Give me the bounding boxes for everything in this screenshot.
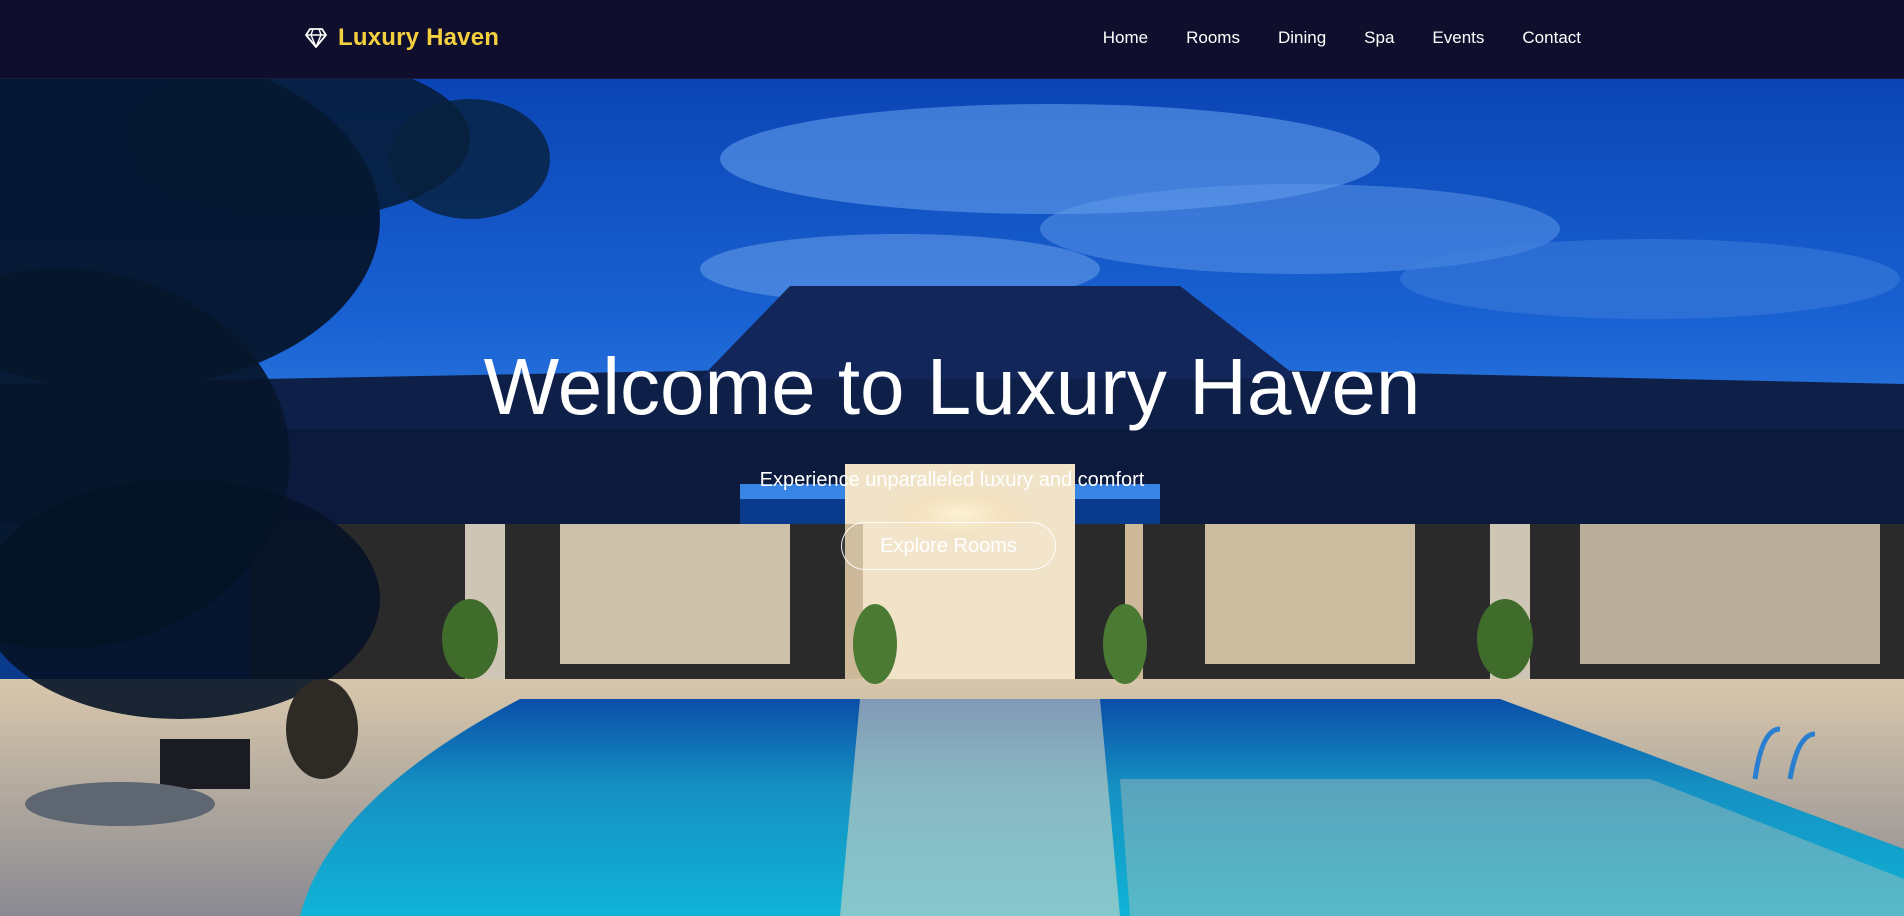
nav-spa[interactable]: Spa	[1364, 28, 1394, 47]
nav-events[interactable]: Events	[1432, 28, 1484, 47]
diamond-icon	[305, 28, 327, 48]
hero-title: Welcome to Luxury Haven	[483, 342, 1421, 431]
nav-contact[interactable]: Contact	[1522, 28, 1581, 47]
brand-logo[interactable]: Luxury Haven	[304, 24, 499, 52]
hero-subtitle: Experience unparalleled luxury and comfo…	[759, 469, 1145, 491]
main-nav: Home Rooms Dining Spa Events Contact	[1103, 28, 1581, 48]
nav-home[interactable]: Home	[1103, 28, 1148, 47]
nav-rooms[interactable]: Rooms	[1186, 28, 1240, 47]
navbar: Luxury Haven Home Rooms Dining Spa Event…	[0, 0, 1904, 79]
explore-rooms-button[interactable]: Explore Rooms	[841, 522, 1056, 570]
hero-content: Welcome to Luxury Haven Experience unpar…	[0, 79, 1904, 916]
nav-dining[interactable]: Dining	[1278, 28, 1326, 47]
hero-section: Welcome to Luxury Haven Experience unpar…	[0, 79, 1904, 916]
brand-name: Luxury Haven	[338, 24, 500, 51]
